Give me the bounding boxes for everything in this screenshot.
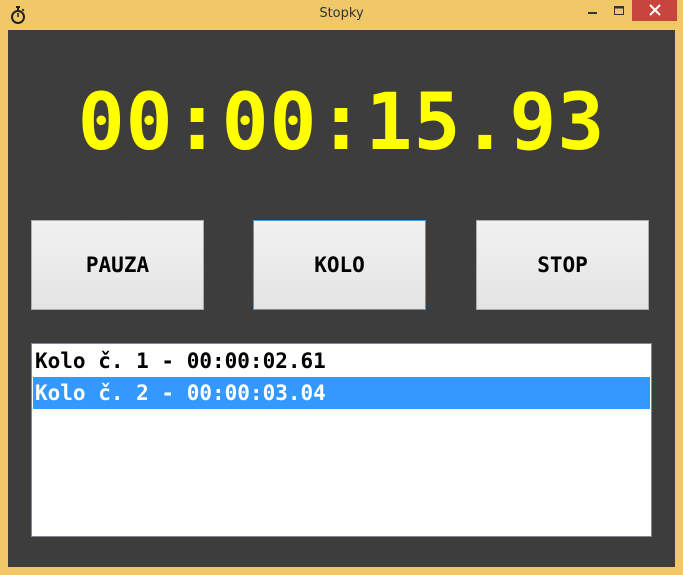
stopwatch-window: Stopky 00:00:15.93 PAUZA KOLO STOP Kolo … (0, 0, 683, 575)
close-button[interactable] (632, 0, 677, 21)
minimize-button[interactable] (580, 0, 606, 21)
pause-button[interactable]: PAUZA (31, 220, 204, 310)
close-icon (648, 1, 661, 20)
maximize-button[interactable] (606, 0, 632, 21)
minimize-icon (588, 1, 598, 20)
stop-button[interactable]: STOP (476, 220, 649, 310)
list-item-selected[interactable]: Kolo č. 2 - 00:00:03.04 (33, 377, 650, 409)
maximize-icon (614, 1, 624, 20)
title-bar[interactable]: Stopky (0, 0, 683, 30)
timer-display: 00:00:15.93 (77, 78, 606, 168)
list-item[interactable]: Kolo č. 1 - 00:00:02.61 (33, 345, 650, 377)
client-area: 00:00:15.93 PAUZA KOLO STOP Kolo č. 1 - … (8, 30, 675, 567)
lap-list[interactable]: Kolo č. 1 - 00:00:02.61 Kolo č. 2 - 00:0… (31, 343, 652, 537)
lap-button[interactable]: KOLO (253, 220, 426, 310)
